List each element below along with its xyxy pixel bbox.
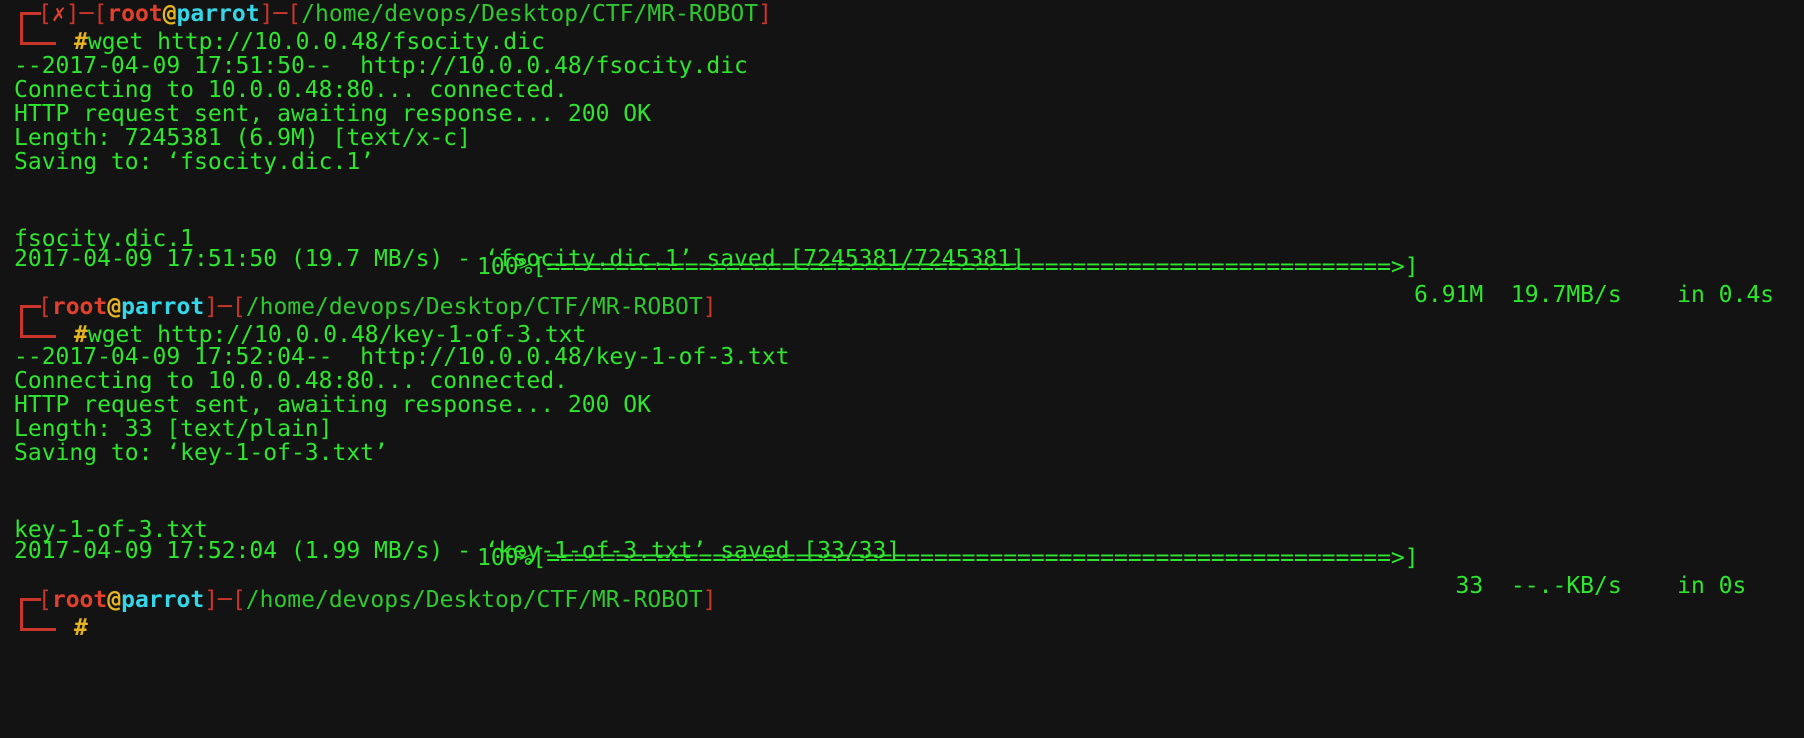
prompt-header: [root@parrot]─[/home/devops/Desktop/CTF/… (38, 294, 717, 320)
prompt-1: [✗]─[root@parrot]─[/home/devops/Desktop/… (14, 0, 1804, 56)
prompt-corner-bottom (20, 628, 56, 631)
output-line: Saving to: ‘fsocity.dic.1’ (14, 149, 375, 175)
prompt-3: [root@parrot]─[/home/devops/Desktop/CTF/… (14, 586, 1804, 642)
prompt-host: parrot (176, 1, 260, 27)
prompt-user: root (107, 1, 163, 27)
prompt-path: /home/devops/Desktop/CTF/MR-ROBOT (301, 1, 759, 27)
prompt-at: @ (107, 294, 122, 320)
prompt-path: /home/devops/Desktop/CTF/MR-ROBOT (245, 587, 703, 613)
prompt-path: /home/devops/Desktop/CTF/MR-ROBOT (245, 294, 703, 320)
prompt-command-line[interactable]: # (74, 614, 88, 642)
prompt-corner-bottom (20, 335, 56, 338)
output-line: Saving to: ‘key-1-of-3.txt’ (14, 440, 388, 466)
prompt-at: @ (107, 587, 122, 613)
output-line: 2017-04-09 17:52:04 (1.99 MB/s) - ‘key-1… (14, 538, 901, 564)
prompt-user: root (51, 294, 108, 320)
terminal-window[interactable]: [✗]─[root@parrot]─[/home/devops/Desktop/… (0, 0, 1804, 738)
prompt-header: [root@parrot]─[/home/devops/Desktop/CTF/… (38, 587, 717, 613)
prompt-at: @ (162, 1, 177, 27)
prompt-2: [root@parrot]─[/home/devops/Desktop/CTF/… (14, 293, 1804, 349)
error-mark-icon: ✗ (51, 1, 66, 27)
prompt-header: [✗]─[root@parrot]─[/home/devops/Desktop/… (38, 1, 772, 27)
prompt-corner-bottom (20, 42, 56, 45)
prompt-host: parrot (121, 587, 205, 613)
prompt-hash: # (74, 615, 88, 641)
output-line: 2017-04-09 17:51:50 (19.7 MB/s) - ‘fsoci… (14, 246, 1025, 272)
progress-row: fsocity.dic.1 100%[=====================… (14, 197, 1804, 308)
prompt-host: parrot (121, 294, 205, 320)
prompt-user: root (51, 587, 108, 613)
progress-row: key-1-of-3.txt 100%[====================… (14, 488, 1804, 599)
